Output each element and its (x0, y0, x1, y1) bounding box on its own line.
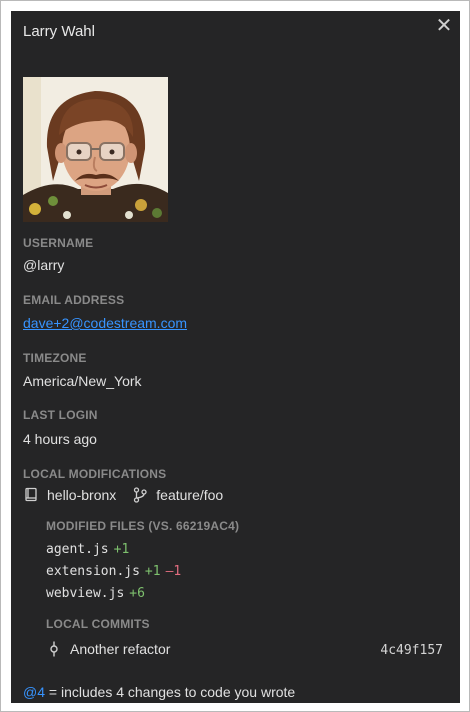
profile-name: Larry Wahl (23, 23, 95, 40)
window-frame: Larry Wahl ✕ USERNAME @larry EMAIL ADDRE… (0, 0, 470, 712)
file-added: +6 (129, 586, 145, 601)
avatar-photo (23, 77, 168, 222)
file-row[interactable]: webview.js +6 (46, 586, 145, 601)
timezone-value: America/New_York (23, 373, 142, 389)
git-branch-icon (132, 487, 148, 503)
avatar (23, 77, 168, 222)
commit-message: Another refactor (70, 641, 171, 657)
modified-files-label: MODIFIED FILES (VS. 66219AC4) (46, 519, 240, 533)
local-commits-label: LOCAL COMMITS (46, 617, 150, 631)
footer-text: = includes 4 changes to code you wrote (45, 684, 296, 700)
file-name: extension.js (46, 564, 140, 579)
repo-name[interactable]: hello-bronx (47, 487, 116, 503)
file-added: +1 (113, 542, 130, 557)
repo-icon (23, 487, 39, 503)
repo-branch-row: hello-bronx feature/foo (23, 487, 223, 503)
user-profile-panel: Larry Wahl ✕ USERNAME @larry EMAIL ADDRE… (11, 11, 460, 703)
email-link[interactable]: dave+2@codestream.com (23, 315, 187, 331)
file-row[interactable]: extension.js +1 –1 (46, 564, 181, 579)
username-label: USERNAME (23, 236, 94, 250)
last-login-value: 4 hours ago (23, 431, 97, 447)
branch-name[interactable]: feature/foo (156, 487, 223, 503)
file-row[interactable]: agent.js +1 (46, 542, 129, 557)
git-commit-icon (46, 641, 62, 657)
commit-sha: 4c49f157 (380, 643, 443, 658)
file-removed: –1 (165, 564, 182, 579)
footer-note: @4 = includes 4 changes to code you wrot… (23, 684, 295, 700)
file-name: webview.js (46, 586, 125, 601)
close-icon[interactable]: ✕ (435, 15, 453, 37)
username-value: @larry (23, 257, 65, 273)
file-added: +1 (144, 564, 161, 579)
timezone-label: TIMEZONE (23, 351, 87, 365)
file-name: agent.js (46, 542, 109, 557)
local-modifications-label: LOCAL MODIFICATIONS (23, 467, 167, 481)
last-login-label: LAST LOGIN (23, 408, 98, 422)
mention-link[interactable]: @4 (23, 684, 45, 700)
email-label: EMAIL ADDRESS (23, 293, 125, 307)
